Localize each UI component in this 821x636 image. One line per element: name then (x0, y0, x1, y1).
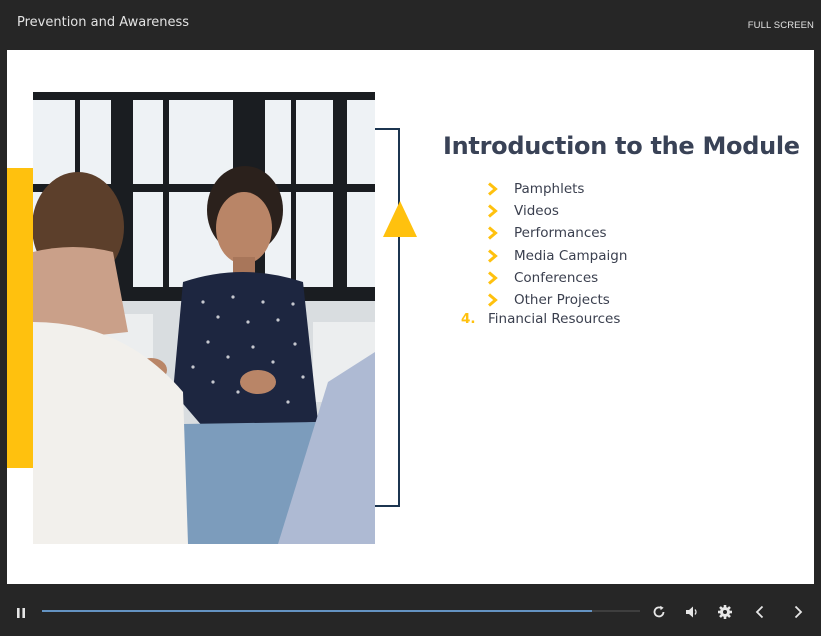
next-icon[interactable] (789, 603, 807, 621)
player-controls (0, 584, 821, 636)
previous-icon[interactable] (751, 603, 769, 621)
chevron-right-icon (487, 226, 498, 241)
chevron-right-icon (487, 182, 498, 196)
list-item-label: Videos (514, 203, 559, 220)
top-bar: Prevention and Awareness FULL SCREEN (0, 0, 821, 50)
slide-photo (33, 92, 375, 544)
numbered-item: 4. Financial Resources (461, 311, 620, 327)
list-item: Other Projects (487, 289, 627, 311)
progress-bar[interactable] (42, 610, 640, 612)
bracket-frame (375, 128, 400, 507)
list-item-label: Other Projects (514, 292, 610, 309)
course-title: Prevention and Awareness (17, 15, 190, 30)
pause-icon[interactable] (15, 606, 27, 620)
list-item: Videos (487, 200, 627, 222)
list-item-label: Media Campaign (514, 247, 628, 264)
numbered-item-label: Financial Resources (488, 311, 621, 327)
topic-list: Pamphlets Videos Performances Media Camp… (487, 178, 627, 311)
list-item: Pamphlets (487, 178, 627, 200)
list-item-label: Performances (514, 225, 607, 242)
list-item-label: Pamphlets (514, 181, 585, 198)
chevron-right-icon (487, 293, 498, 307)
item-number: 4. (461, 311, 476, 327)
list-item-label: Conferences (514, 269, 599, 286)
chevron-right-icon (487, 271, 498, 285)
volume-icon[interactable] (683, 603, 701, 621)
accent-bar (7, 168, 33, 468)
list-item: Performances (487, 222, 627, 244)
triangle-accent (383, 201, 417, 237)
list-item: Media Campaign (487, 245, 627, 267)
full-screen-button[interactable]: FULL SCREEN (748, 20, 814, 31)
settings-icon[interactable] (716, 603, 734, 621)
progress-fill (42, 610, 593, 612)
replay-icon[interactable] (650, 603, 668, 621)
slide-canvas: Introduction to the Module Pamphlets Vid… (7, 50, 814, 584)
group-therapy-photo-illustration (33, 92, 375, 544)
slide-heading: Introduction to the Module (443, 132, 800, 160)
chevron-right-icon (487, 249, 498, 263)
chevron-right-icon (487, 204, 498, 218)
list-item: Conferences (487, 267, 627, 289)
